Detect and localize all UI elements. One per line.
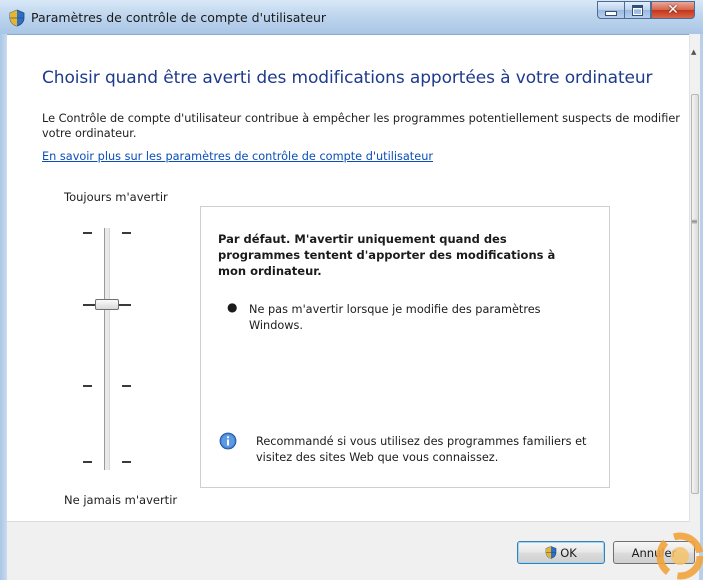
page-heading: Choisir quand être averti des modificati… (42, 68, 653, 88)
scroll-up-arrow-icon[interactable]: ▲ (691, 48, 696, 56)
slider-bottom-label: Ne jamais m'avertir (64, 493, 178, 507)
slider-tick-right (122, 461, 131, 463)
uac-shield-icon (9, 9, 25, 27)
slider-thumb[interactable] (95, 299, 119, 310)
maximize-button[interactable] (624, 1, 651, 19)
ok-button-label: OK (560, 545, 577, 560)
minimize-icon (605, 10, 617, 16)
watermark-logo-icon (656, 532, 703, 580)
footer-bar: OK Annuler (7, 522, 699, 580)
recommendation-text: Recommandé si vous utilisez des programm… (256, 435, 587, 464)
slider-top-label: Toujours m'avertir (64, 190, 168, 204)
close-button[interactable]: ✕ (651, 1, 695, 19)
description-text: Le Contrôle de compte d'utilisateur cont… (42, 112, 680, 140)
bullet-icon: ● (227, 300, 238, 314)
vertical-scrollbar[interactable]: ▲ ≡ ▼ (689, 34, 700, 549)
maximize-icon (632, 4, 643, 16)
scrollbar-thumb[interactable] (691, 94, 699, 494)
window-frame-left (0, 34, 7, 580)
slider-tick-right (118, 304, 131, 306)
ok-button[interactable]: OK (517, 541, 605, 564)
minimize-button[interactable] (597, 1, 624, 19)
slider-tick-right (122, 385, 131, 387)
level-description-panel: Par défaut. M'avertir uniquement quand d… (200, 206, 610, 488)
close-icon: ✕ (667, 2, 679, 18)
scrollbar-grip-icon: ≡ (691, 217, 698, 226)
window-title: Paramètres de contrôle de compte d'utili… (31, 10, 327, 25)
window-controls: ✕ (597, 1, 695, 21)
slider-tick-left (83, 385, 92, 387)
learn-more-link[interactable]: En savoir plus sur les paramètres de con… (42, 150, 433, 163)
slider-tick-left (83, 232, 92, 234)
level-description-bullet: Ne pas m'avertir lorsque je modifie des … (249, 303, 541, 332)
uac-shield-icon (545, 546, 557, 559)
slider-tick-right (122, 232, 131, 234)
slider-tick-left (83, 461, 92, 463)
title-bar[interactable]: Paramètres de contrôle de compte d'utili… (0, 0, 703, 35)
info-icon (219, 432, 237, 450)
level-description-title: Par défaut. M'avertir uniquement quand d… (218, 232, 556, 278)
notification-level-slider[interactable] (104, 228, 110, 470)
